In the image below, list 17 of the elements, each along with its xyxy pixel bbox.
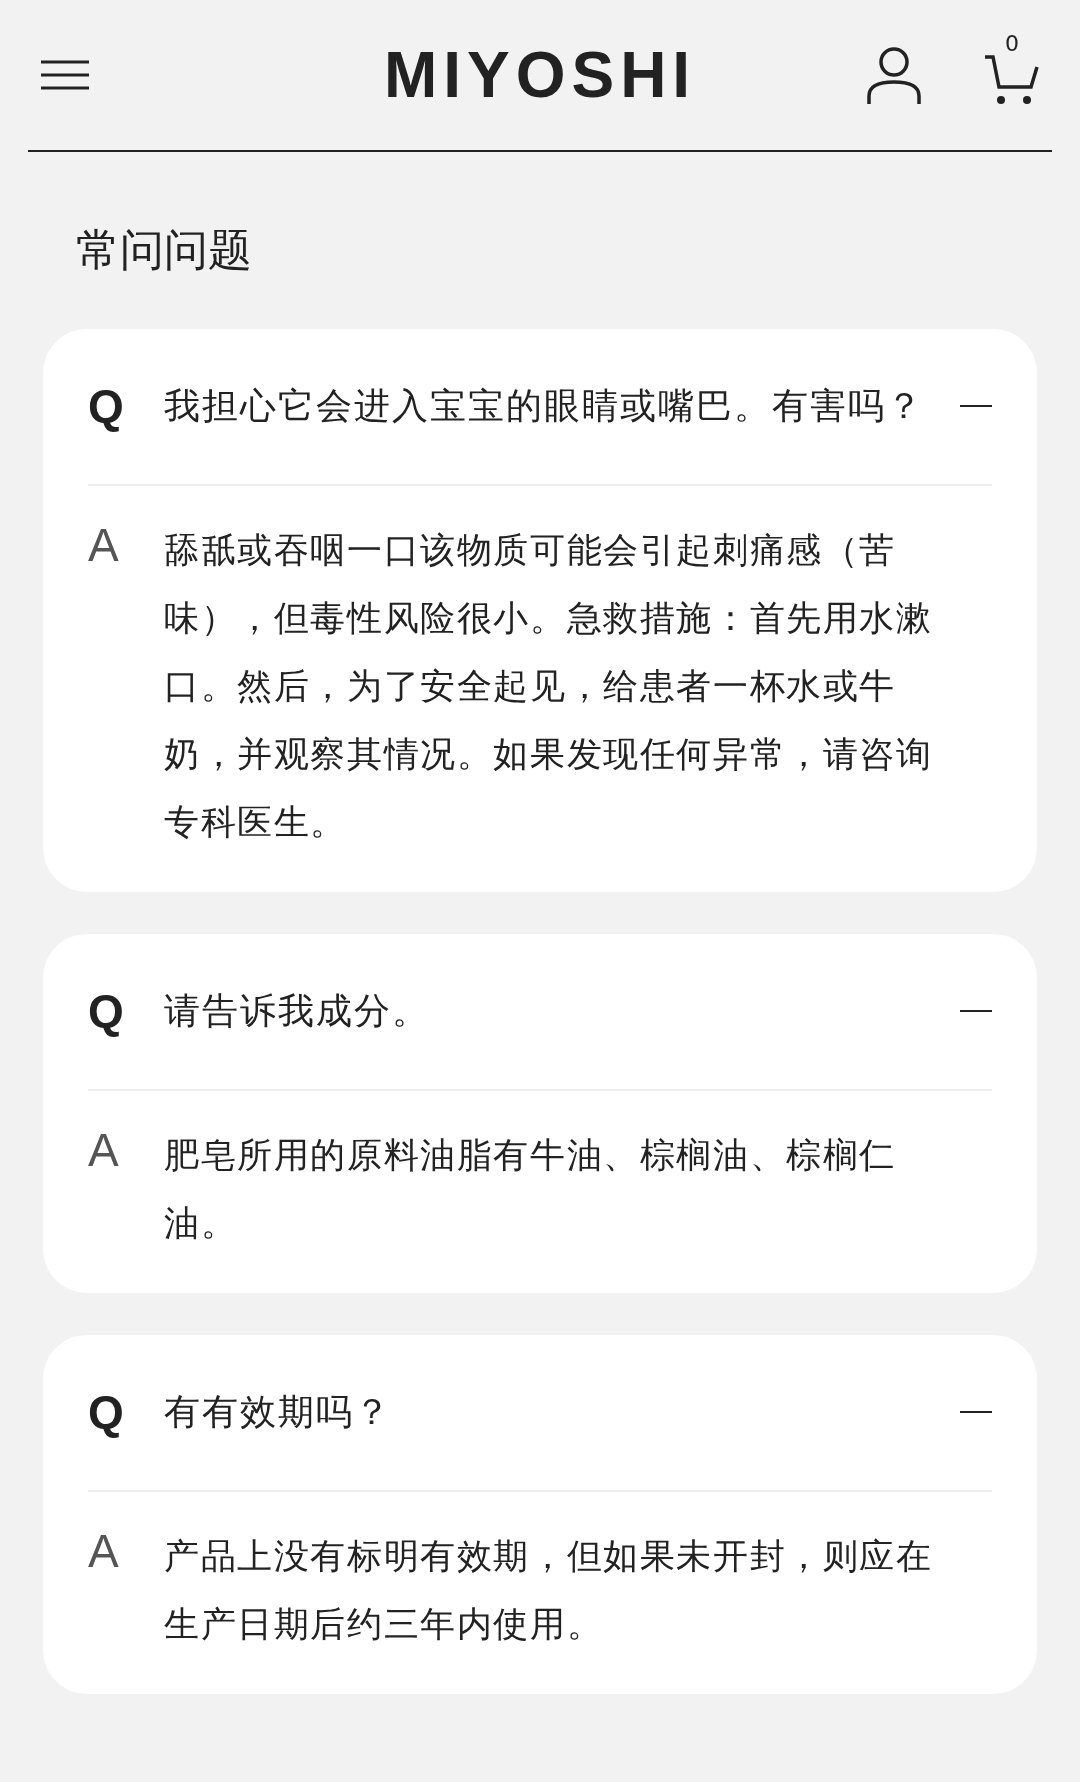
question-text[interactable]: 请告诉我成分。	[164, 986, 960, 1036]
answer-text: 舔舐或吞咽一口该物质可能会引起刺痛感（苦味），但毒性风险很小。急救措施：首先用水漱口。然后，为了安全起见，给患者一杯水或牛奶，并观察其情况。如果发现任何异常，请咨询专科医生。	[164, 528, 934, 844]
answer-mark: A	[88, 1523, 120, 1579]
answer-mark: A	[88, 517, 120, 573]
page-title: 常问问题	[76, 224, 253, 277]
question-mark: Q	[88, 379, 125, 434]
logo[interactable]: MIYOSHI	[383, 38, 697, 112]
answer-text: 产品上没有标明有效期，但如果未开封，则应在生产日期后约三年内使用。	[164, 1534, 934, 1646]
answer-mark: A	[88, 1122, 120, 1178]
cart-count: 0	[1005, 31, 1019, 56]
question-mark: Q	[88, 1385, 125, 1440]
menu-icon[interactable]	[41, 60, 89, 90]
question-text[interactable]: 有有效期吗？	[164, 1387, 960, 1437]
answer-text: 肥皂所用的原料油脂有牛油、棕榈油、棕榈仁油。	[164, 1133, 897, 1245]
user-icon[interactable]	[867, 46, 921, 104]
question-text[interactable]: 我担心它会进入宝宝的眼睛或嘴巴。有害吗？	[164, 381, 960, 431]
question-mark: Q	[88, 984, 125, 1039]
